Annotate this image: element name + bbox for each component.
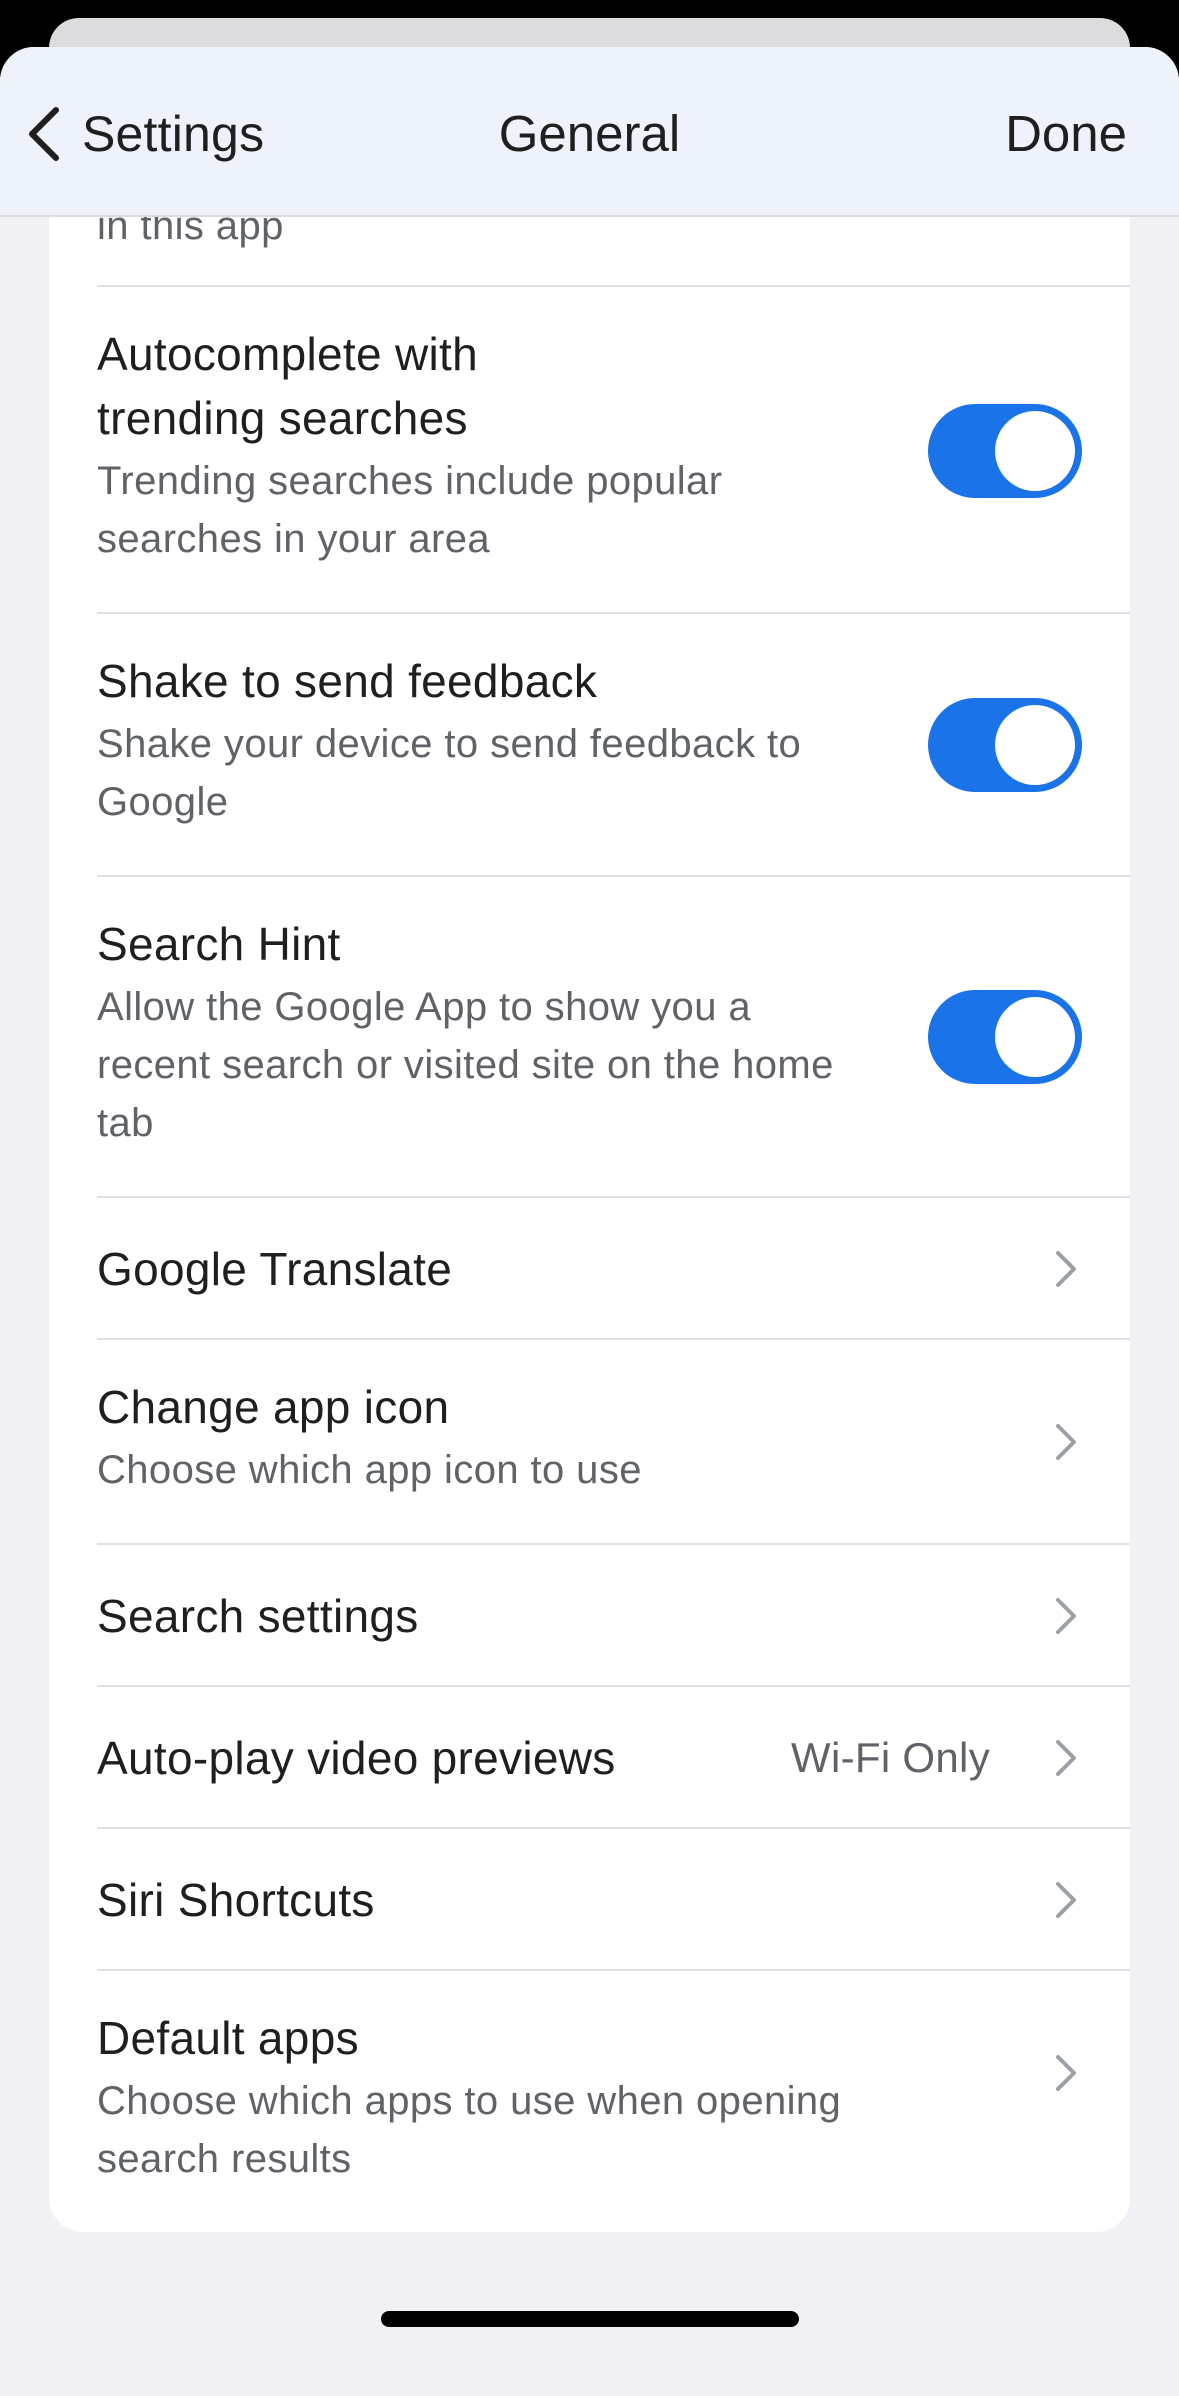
chevron-right-icon	[1054, 1738, 1078, 1778]
settings-row-change-app-icon[interactable]: Change app icon Choose which app icon to…	[49, 1340, 1130, 1545]
toggle-knob	[995, 411, 1075, 491]
row-title: Autocomplete with trending searches	[97, 328, 478, 444]
chevron-right-icon	[1054, 1880, 1078, 1920]
back-button[interactable]: Settings	[24, 99, 264, 169]
row-text: Change app icon Choose which app icon to…	[97, 1375, 877, 1499]
row-title: Shake to send feedback	[97, 655, 598, 707]
chevron-left-icon	[24, 104, 64, 164]
autocomplete-toggle[interactable]	[928, 404, 1082, 498]
row-subtitle: Choose which app icon to use	[97, 1448, 642, 1492]
chevron-right-icon	[1054, 1596, 1078, 1636]
row-title: Search settings	[97, 1590, 419, 1642]
search-hint-toggle[interactable]	[928, 990, 1082, 1084]
settings-row-search-hint[interactable]: Search Hint Allow the Google App to show…	[49, 877, 1130, 1198]
row-subtitle: Allow the Google App to show you a recen…	[97, 985, 834, 1145]
settings-sheet: in this app Autocomplete with trending s…	[0, 47, 1179, 2396]
row-subtitle: Shake your device to send feedback to Go…	[97, 722, 802, 824]
row-title: Change app icon	[97, 1381, 450, 1433]
settings-row-auto-play-video[interactable]: Auto-play video previews Wi-Fi Only	[49, 1687, 1130, 1829]
settings-row-default-apps[interactable]: Default apps Choose which apps to use wh…	[49, 1971, 1130, 2232]
home-indicator[interactable]	[381, 2311, 799, 2327]
back-label: Settings	[82, 106, 265, 162]
settings-row-siri-shortcuts[interactable]: Siri Shortcuts	[49, 1829, 1130, 1971]
shake-feedback-toggle[interactable]	[928, 698, 1082, 792]
row-value: Wi-Fi Only	[791, 1734, 990, 1781]
row-text: Autocomplete with trending searches Tren…	[97, 322, 877, 568]
settings-row-google-translate[interactable]: Google Translate	[49, 1198, 1130, 1340]
navigation-bar: Settings General Done	[0, 47, 1179, 217]
toggle-knob	[995, 997, 1075, 1077]
row-subtitle: Trending searches include popular search…	[97, 459, 723, 561]
settings-row-autocomplete[interactable]: Autocomplete with trending searches Tren…	[49, 287, 1130, 614]
settings-card: in this app Autocomplete with trending s…	[49, 47, 1130, 2232]
settings-row-search-settings[interactable]: Search settings	[49, 1545, 1130, 1687]
toggle-knob	[995, 705, 1075, 785]
row-title: Search Hint	[97, 918, 341, 970]
settings-row-shake-feedback[interactable]: Shake to send feedback Shake your device…	[49, 614, 1130, 877]
row-text: Default apps Choose which apps to use wh…	[97, 2006, 877, 2188]
row-subtitle: Choose which apps to use when opening se…	[97, 2079, 842, 2181]
row-title: Auto-play video previews	[97, 1732, 616, 1784]
row-title: Default apps	[97, 2012, 359, 2064]
row-text: Search Hint Allow the Google App to show…	[97, 912, 877, 1152]
row-title: Siri Shortcuts	[97, 1874, 375, 1926]
chevron-right-icon	[1054, 1422, 1078, 1462]
row-text: Shake to send feedback Shake your device…	[97, 649, 877, 831]
chevron-right-icon	[1054, 2053, 1078, 2093]
done-button[interactable]: Done	[1005, 99, 1127, 169]
row-title: Google Translate	[97, 1243, 453, 1295]
chevron-right-icon	[1054, 1249, 1078, 1289]
